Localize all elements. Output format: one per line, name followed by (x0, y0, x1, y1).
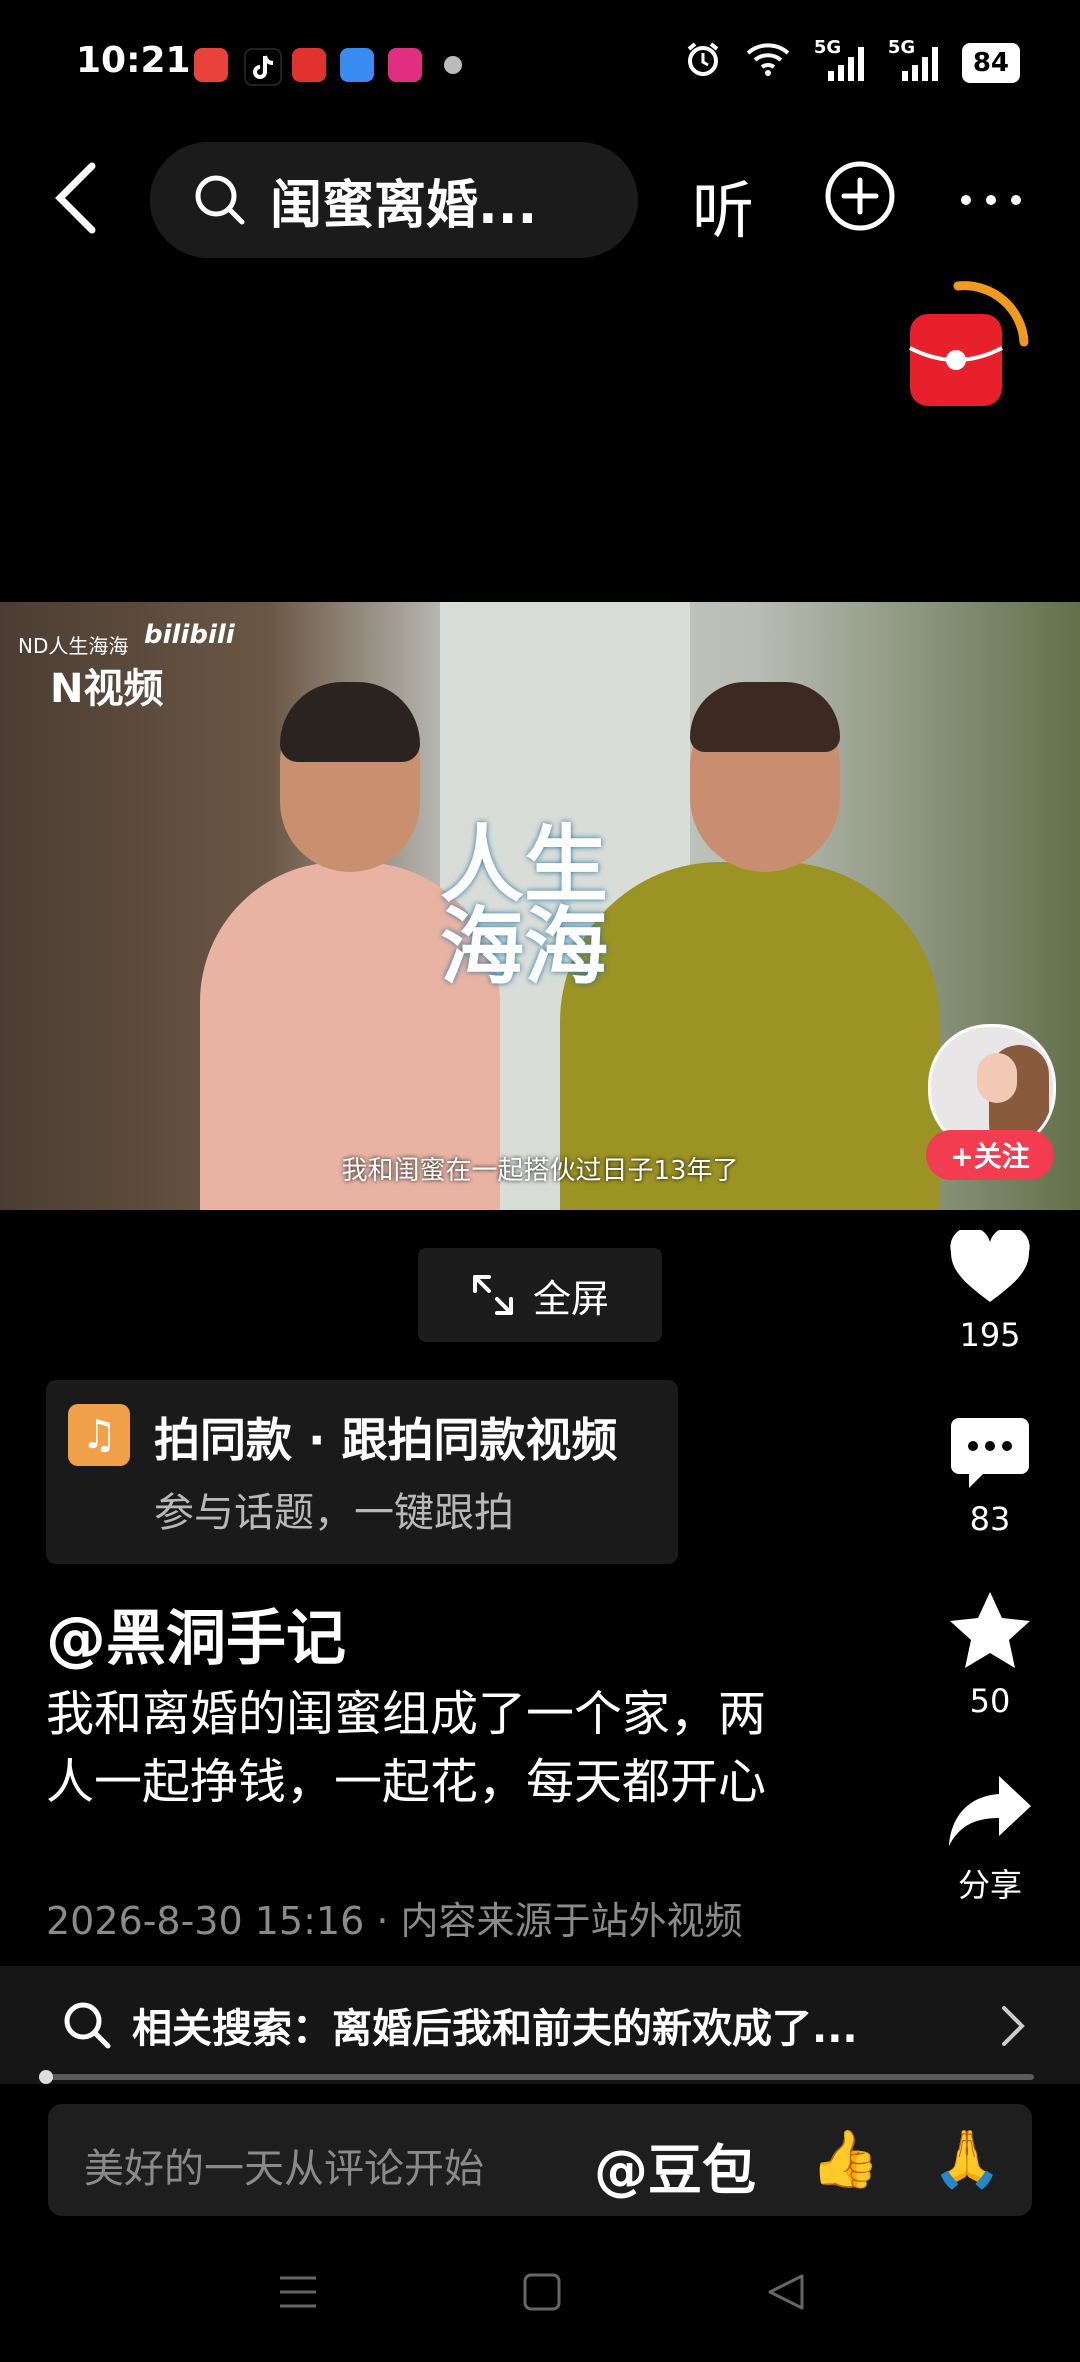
nav-home-button[interactable] (522, 2272, 562, 2316)
share-button[interactable]: 分享 (940, 1772, 1040, 1906)
thumbs-up-emoji-button[interactable]: 👍 (810, 2126, 880, 2192)
chevron-right-icon (1002, 2006, 1025, 2046)
video-watermark-small: ND人生海海 (18, 634, 129, 658)
progress-handle[interactable] (39, 2070, 53, 2084)
related-search-text: 相关搜索：离婚后我和前夫的新欢成了... (132, 2006, 858, 2052)
plus-circle-icon (825, 161, 895, 231)
shoot-same-title: 拍同款 · 跟拍同款视频 (154, 1413, 618, 1467)
red-packet-icon[interactable] (902, 278, 1032, 418)
add-button[interactable] (824, 160, 896, 232)
bilibili-watermark: bilibili (144, 620, 235, 650)
video-person-hair (280, 682, 420, 762)
tiktok-app-icon (244, 48, 282, 86)
favorite-count: 50 (969, 1682, 1011, 1720)
shoot-same-card[interactable]: ♫ 拍同款 · 跟拍同款视频 参与话题，一键跟拍 (46, 1380, 678, 1564)
more-button[interactable] (958, 160, 1024, 232)
fullscreen-button[interactable]: 全屏 (418, 1248, 662, 1342)
nav-menu-button[interactable] (278, 2272, 318, 2316)
share-arrow-icon (949, 1776, 1031, 1846)
video-progress-bar[interactable] (39, 2070, 1034, 2084)
search-query: 闺蜜离婚... (270, 175, 538, 236)
app-icon (194, 48, 228, 82)
share-label: 分享 (957, 1866, 1022, 1904)
video-subtitle: 我和闺蜜在一起搭伙过日子13年了 (341, 1156, 739, 1186)
menu-icon (280, 2276, 316, 2308)
signal-icon: 5G (888, 37, 940, 83)
nav-back-button[interactable] (766, 2272, 806, 2316)
heart-icon (950, 1226, 1030, 1302)
more-notifications-icon (444, 56, 462, 74)
app-icon (388, 48, 422, 82)
avatar-face (977, 1053, 1017, 1103)
back-triangle-icon (768, 2274, 804, 2310)
listen-button[interactable]: 听 (692, 160, 754, 250)
alarm-icon (684, 40, 722, 85)
expand-icon (472, 1275, 513, 1315)
video-watermark: N视频 (50, 666, 164, 712)
comment-icon (951, 1418, 1029, 1488)
follow-button[interactable]: +关注 (926, 1130, 1054, 1180)
search-icon (195, 175, 245, 225)
wifi-icon (744, 41, 792, 84)
like-count: 195 (959, 1316, 1021, 1354)
more-icon (961, 195, 1021, 205)
fullscreen-label: 全屏 (532, 1276, 609, 1321)
signal-icon: 5G (814, 37, 866, 83)
pray-emoji-button[interactable]: 🙏 (932, 2126, 1002, 2192)
comment-count: 83 (969, 1500, 1011, 1538)
search-icon (64, 2002, 111, 2049)
comment-button[interactable]: 83 (940, 1416, 1040, 1538)
related-search-bar[interactable]: 相关搜索：离婚后我和前夫的新欢成了... (0, 1966, 1080, 2084)
video-person-hair (690, 682, 840, 752)
like-button[interactable]: 195 (940, 1226, 1040, 1354)
favorite-button[interactable]: 50 (940, 1590, 1040, 1720)
post-description: 我和离婚的闺蜜组成了一个家，两人一起挣钱，一起花，每天都开心 (46, 1686, 767, 1810)
back-button[interactable] (48, 160, 108, 236)
shoot-same-subtitle: 参与话题，一键跟拍 (154, 1490, 514, 1536)
battery-icon: 84 (961, 42, 1020, 83)
music-note-icon: ♫ (68, 1404, 130, 1466)
star-icon (950, 1592, 1030, 1668)
back-arrow-icon (55, 162, 96, 234)
author-name[interactable]: @黑洞手记 (46, 1590, 346, 1677)
toutiao-app-icon (292, 48, 326, 82)
mention-doubao-button[interactable]: @豆包 (594, 2126, 756, 2205)
comment-placeholder[interactable]: 美好的一天从评论开始 (84, 2136, 484, 2194)
status-right: 5G 5G 84 (684, 37, 1020, 85)
post-meta: 2026-8-30 15:16 · 内容来源于站外视频 (46, 1899, 743, 1943)
search-bar[interactable]: 闺蜜离婚... (150, 142, 638, 258)
home-square-icon (523, 2273, 561, 2311)
status-time: 10:21 (76, 40, 191, 81)
video-player[interactable]: ND人生海海 bilibili N视频 人生 海海 我和闺蜜在一起搭伙过日子13… (0, 602, 1080, 1210)
app-icon (340, 48, 374, 82)
video-title-art: 人生 海海 (440, 816, 609, 996)
comment-input-bar[interactable]: 美好的一天从评论开始 @豆包 👍 🙏 (48, 2104, 1032, 2216)
